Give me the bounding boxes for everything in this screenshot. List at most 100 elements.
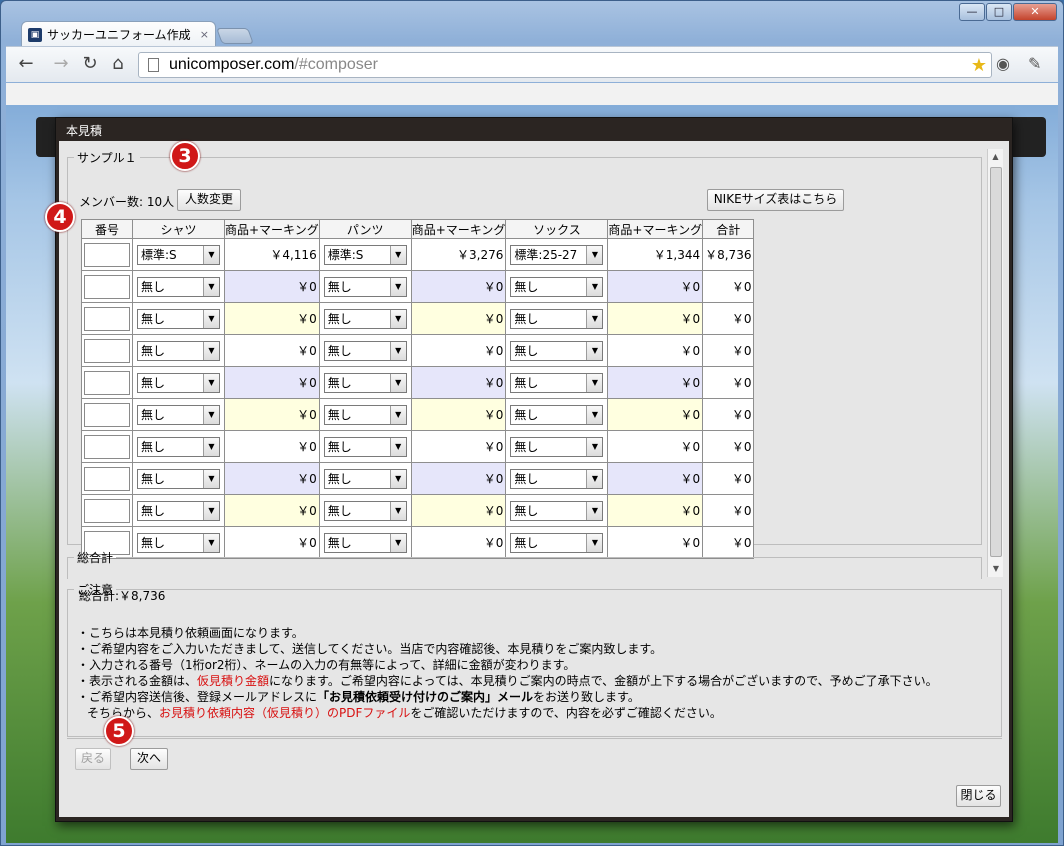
pants-size-select[interactable]: 標準:S ▼ — [323, 244, 407, 265]
socks-size-select[interactable]: 無し ▼ — [510, 308, 604, 329]
shirt-size-select[interactable]: 無し ▼ — [137, 308, 220, 329]
pants-price: ￥3,276 — [410, 238, 507, 271]
pants-size-select[interactable]: 無し ▼ — [323, 404, 407, 425]
number-input[interactable] — [84, 498, 130, 523]
chevron-down-icon: ▼ — [389, 373, 406, 392]
pants-size-select[interactable]: 無し ▼ — [323, 500, 407, 521]
close-dialog-button[interactable]: 閉じる — [956, 785, 1001, 807]
pants-size-select[interactable]: 無し ▼ — [323, 372, 407, 393]
back-button[interactable]: 戻る — [75, 748, 111, 770]
address-bar[interactable]: unicomposer.com/#composer ★ — [138, 52, 992, 78]
shirt-cell: 無し ▼ — [132, 366, 225, 399]
pants-price: ￥0 — [410, 398, 507, 431]
chevron-down-icon: ▼ — [203, 437, 219, 456]
site-favicon-icon: ▣ — [28, 27, 42, 42]
chevron-down-icon: ▼ — [586, 277, 603, 296]
select-value: 無し — [141, 440, 166, 454]
browser-tab[interactable]: ▣ サッカーユニフォーム作成 × — [21, 21, 216, 47]
new-tab-button[interactable] — [216, 28, 254, 44]
browser-toolbar: ← → ↻ ⌂ unicomposer.com/#composer ★ ◉ ✎ — [6, 46, 1058, 82]
col-pants: パンツ — [318, 219, 412, 239]
minimize-button[interactable]: — — [959, 3, 985, 21]
note-line: ・入力される番号（1桁or2桁）、ネームの入力の有無等によって、詳細に金額が変わ… — [77, 658, 576, 672]
socks-size-select[interactable]: 無し ▼ — [510, 372, 604, 393]
nike-size-chart-button[interactable]: NIKEサイズ表はこちら — [707, 189, 844, 211]
number-cell — [81, 366, 133, 399]
chevron-down-icon: ▼ — [389, 277, 406, 296]
scroll-up-icon[interactable]: ▲ — [988, 149, 1003, 165]
shirt-size-select[interactable]: 無し ▼ — [137, 468, 220, 489]
shirt-cell: 無し ▼ — [132, 462, 225, 495]
pants-size-select[interactable]: 無し ▼ — [323, 276, 407, 297]
home-icon[interactable]: ⌂ — [106, 53, 130, 77]
chevron-down-icon: ▼ — [389, 437, 406, 456]
chevron-down-icon: ▼ — [389, 405, 406, 424]
shirt-size-select[interactable]: 無し ▼ — [137, 372, 220, 393]
forward-arrow-icon[interactable]: → — [49, 53, 73, 77]
socks-size-select[interactable]: 標準:25-27 ▼ — [510, 244, 604, 265]
row-total: ￥0 — [702, 270, 755, 303]
shirt-price: ￥0 — [224, 494, 320, 527]
bookmark-star-icon[interactable]: ★ — [971, 53, 987, 77]
number-input[interactable] — [84, 306, 130, 331]
number-input[interactable] — [84, 274, 130, 299]
reload-icon[interactable]: ↻ — [78, 53, 102, 77]
chevron-down-icon: ▼ — [586, 405, 603, 424]
scroll-down-icon[interactable]: ▼ — [988, 561, 1004, 577]
number-input[interactable] — [84, 402, 130, 427]
shirt-size-select[interactable]: 無し ▼ — [137, 404, 220, 425]
socks-size-select[interactable]: 無し ▼ — [510, 276, 604, 297]
tab-close-icon[interactable]: × — [200, 28, 209, 41]
socks-size-select[interactable]: 無し ▼ — [510, 500, 604, 521]
shirt-size-select[interactable]: 無し ▼ — [137, 436, 220, 457]
number-cell — [81, 494, 133, 527]
pants-cell: 無し ▼ — [318, 462, 412, 495]
chevron-down-icon: ▼ — [389, 245, 406, 264]
select-value: 無し — [327, 312, 352, 326]
socks-size-select[interactable]: 無し ▼ — [510, 404, 604, 425]
scroll-thumb[interactable] — [990, 167, 1002, 557]
chevron-down-icon: ▼ — [203, 501, 219, 520]
maximize-button[interactable]: □ — [986, 3, 1012, 21]
socks-size-select[interactable]: 無し ▼ — [510, 468, 604, 489]
select-value: 無し — [141, 472, 166, 486]
number-input[interactable] — [84, 338, 130, 363]
shirt-size-select[interactable]: 標準:S ▼ — [137, 244, 220, 265]
change-count-button[interactable]: 人数変更 — [177, 189, 241, 211]
estimate-table: 番号 シャツ 商品+マーキング パンツ 商品+マーキング ソックス 商品+マーキ… — [81, 219, 755, 559]
number-input[interactable] — [84, 434, 130, 459]
pants-size-select[interactable]: 無し ▼ — [323, 436, 407, 457]
pants-size-select[interactable]: 無し ▼ — [323, 340, 407, 361]
select-value: 無し — [514, 280, 539, 294]
socks-size-select[interactable]: 無し ▼ — [510, 436, 604, 457]
pants-size-select[interactable]: 無し ▼ — [323, 308, 407, 329]
note-text: になります。ご希望内容によっては、本見積りご案内の時点で、金額が上下する場合がご… — [269, 674, 938, 688]
back-arrow-icon[interactable]: ← — [14, 53, 38, 77]
eye-extension-icon[interactable]: ◉ — [996, 54, 1010, 73]
content-scrollbar[interactable]: ▲ ▼ — [987, 149, 1003, 577]
socks-price: ￥0 — [607, 270, 704, 303]
shirt-price: ￥0 — [224, 302, 320, 335]
socks-size-select[interactable]: 無し ▼ — [510, 340, 604, 361]
close-window-button[interactable]: ✕ — [1013, 3, 1057, 21]
pants-size-select[interactable]: 無し ▼ — [323, 468, 407, 489]
select-value: 無し — [327, 376, 352, 390]
note-text: ・表示される金額は、 — [77, 674, 198, 688]
number-input[interactable] — [84, 370, 130, 395]
table-row: 無し ▼ ￥0 無し ▼ ￥0 無し ▼ ￥0 ￥0 — [81, 334, 755, 367]
shirt-cell: 無し ▼ — [132, 302, 225, 335]
pants-price: ￥0 — [410, 430, 507, 463]
number-input[interactable] — [84, 242, 130, 267]
shirt-size-select[interactable]: 無し ▼ — [137, 340, 220, 361]
pants-cell: 無し ▼ — [318, 494, 412, 527]
total-legend: 総合計 — [77, 551, 114, 565]
wrench-icon[interactable]: ✎ — [1028, 54, 1041, 73]
dialog-title: 本見積 — [66, 124, 103, 138]
row-total: ￥0 — [702, 430, 755, 463]
select-value: 無し — [327, 408, 352, 422]
shirt-size-select[interactable]: 無し ▼ — [137, 500, 220, 521]
window-controls: — □ ✕ — [959, 3, 1057, 21]
next-button[interactable]: 次へ — [130, 748, 168, 770]
number-input[interactable] — [84, 466, 130, 491]
shirt-size-select[interactable]: 無し ▼ — [137, 276, 220, 297]
